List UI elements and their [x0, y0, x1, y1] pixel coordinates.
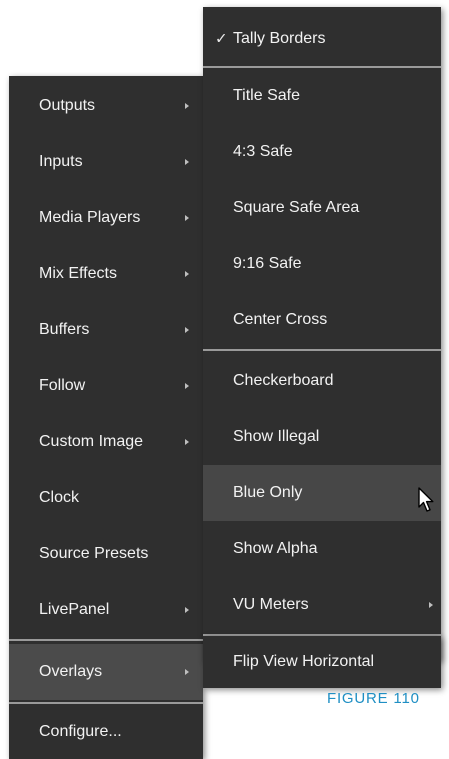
menu-item-source-presets[interactable]: Source Presets: [9, 526, 203, 582]
submenu-item-label: Blue Only: [233, 484, 303, 501]
menu-item-label: Inputs: [39, 153, 83, 170]
menu-item-livepanel[interactable]: LivePanel: [9, 582, 203, 638]
submenu-arrow-icon: [185, 327, 189, 333]
submenu-item-tally-borders[interactable]: ✓ Tally Borders: [203, 11, 441, 67]
menu-item-follow[interactable]: Follow: [9, 358, 203, 414]
submenu-item-label: Title Safe: [233, 87, 300, 104]
screenshot-stage: Outputs Inputs Media Players Mix Effects…: [0, 0, 449, 759]
submenu-item-label: Tally Borders: [233, 30, 326, 47]
menu-item-custom-image[interactable]: Custom Image: [9, 414, 203, 470]
menu-item-outputs[interactable]: Outputs: [9, 78, 203, 134]
mouse-pointer-icon: [418, 487, 434, 512]
figure-caption: FIGURE 110: [327, 690, 420, 707]
submenu-item-label: Center Cross: [233, 311, 328, 328]
overlays-submenu: ✓ Tally Borders Title Safe 4:3 Safe Squa…: [203, 7, 441, 661]
submenu-arrow-icon: [185, 159, 189, 165]
menu-item-label: LivePanel: [39, 601, 110, 618]
submenu-item-vu-meters[interactable]: VU Meters: [203, 577, 441, 633]
submenu-item-label: Show Alpha: [233, 540, 318, 557]
submenu-arrow-icon: [185, 103, 189, 109]
submenu-item-square-safe-area[interactable]: Square Safe Area: [203, 180, 441, 236]
menu-item-label: Clock: [39, 489, 80, 506]
context-menu: Outputs Inputs Media Players Mix Effects…: [9, 76, 203, 759]
submenu-item-label: Flip View Horizontal: [233, 653, 375, 670]
submenu-arrow-icon: [185, 271, 189, 277]
submenu-item-label: Show Illegal: [233, 428, 320, 445]
submenu-item-9-16-safe[interactable]: 9:16 Safe: [203, 236, 441, 292]
submenu-arrow-icon: [185, 215, 189, 221]
menu-item-label: Follow: [39, 377, 86, 394]
submenu-item-label: Square Safe Area: [233, 199, 360, 216]
menu-item-label: Mix Effects: [39, 265, 117, 282]
submenu-item-flip-view-horizontal[interactable]: Flip View Horizontal: [203, 636, 441, 688]
submenu-arrow-icon: [185, 383, 189, 389]
submenu-item-show-illegal[interactable]: Show Illegal: [203, 409, 441, 465]
menu-item-label: Custom Image: [39, 433, 144, 450]
menu-item-inputs[interactable]: Inputs: [9, 134, 203, 190]
submenu-arrow-icon: [429, 602, 433, 608]
submenu-item-label: 9:16 Safe: [233, 255, 302, 272]
menu-item-clock[interactable]: Clock: [9, 470, 203, 526]
submenu-item-label: 4:3 Safe: [233, 143, 293, 160]
submenu-item-4-3-safe[interactable]: 4:3 Safe: [203, 124, 441, 180]
menu-item-overlays[interactable]: Overlays: [9, 644, 203, 700]
menu-item-label: Source Presets: [39, 545, 149, 562]
menu-item-label: Outputs: [39, 97, 96, 114]
checkmark-icon: ✓: [215, 30, 228, 48]
submenu-item-label: VU Meters: [233, 596, 309, 613]
menu-item-buffers[interactable]: Buffers: [9, 302, 203, 358]
menu-separator: [203, 349, 441, 351]
menu-separator: [9, 639, 203, 641]
menu-item-configure[interactable]: Configure...: [9, 704, 203, 759]
submenu-arrow-icon: [185, 607, 189, 613]
submenu-arrow-icon: [185, 669, 189, 675]
submenu-arrow-icon: [185, 439, 189, 445]
submenu-item-show-alpha[interactable]: Show Alpha: [203, 521, 441, 577]
submenu-item-label: Checkerboard: [233, 372, 334, 389]
menu-item-label: Overlays: [39, 663, 103, 680]
submenu-item-blue-only[interactable]: Blue Only: [203, 465, 441, 521]
submenu-item-title-safe[interactable]: Title Safe: [203, 68, 441, 124]
menu-item-label: Configure...: [39, 723, 122, 740]
menu-item-label: Media Players: [39, 209, 141, 226]
submenu-item-center-cross[interactable]: Center Cross: [203, 292, 441, 348]
menu-item-media-players[interactable]: Media Players: [9, 190, 203, 246]
submenu-item-checkerboard[interactable]: Checkerboard: [203, 353, 441, 409]
menu-item-mix-effects[interactable]: Mix Effects: [9, 246, 203, 302]
menu-item-label: Buffers: [39, 321, 90, 338]
